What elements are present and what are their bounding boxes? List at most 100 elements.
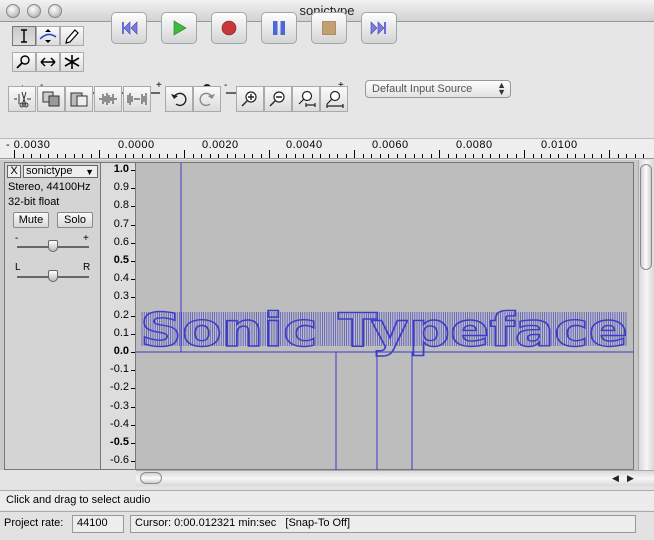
time-shift-tool-icon[interactable] — [36, 52, 60, 72]
envelope-tool-icon[interactable] — [36, 26, 60, 46]
skip-to-start-button[interactable] — [111, 12, 147, 44]
stop-button[interactable] — [311, 12, 347, 44]
track-format: Stereo, 44100Hz — [8, 181, 91, 193]
ruler-tick — [90, 154, 92, 158]
project-rate-value: 44100 — [77, 517, 108, 529]
scroll-right-icon[interactable]: ▶ — [627, 473, 634, 484]
amplitude-tick — [131, 406, 135, 408]
ruler-tick — [201, 154, 202, 158]
redo-button[interactable] — [193, 86, 221, 112]
ruler-tick — [260, 154, 262, 158]
ruler-tick — [56, 154, 58, 158]
track-control-panel: X sonictype ▼ Stereo, 44100Hz 32-bit flo… — [4, 162, 101, 470]
zoom-in-button[interactable] — [236, 86, 264, 112]
ruler-tick — [133, 154, 134, 158]
amplitude-label: 0.6 — [113, 235, 129, 248]
amplitude-tick — [131, 370, 135, 372]
ruler-tick — [498, 154, 500, 158]
ruler-tick — [218, 154, 219, 158]
selection-tool-icon[interactable] — [12, 26, 36, 46]
waveform-text: Sonic Typeface — [140, 303, 628, 357]
ruler-tick — [39, 154, 41, 158]
ruler-tick — [116, 154, 117, 158]
amplitude-label: 0.4 — [113, 272, 129, 285]
skip-end-icon — [370, 21, 386, 35]
mute-button[interactable]: Mute — [13, 212, 49, 228]
ruler-tick — [439, 150, 440, 158]
silence-button[interactable] — [123, 86, 151, 112]
time-ruler[interactable]: - 0.0030 0.0000 0.0020 0.0040 0.0060 0.0… — [0, 138, 654, 159]
pause-button[interactable] — [261, 12, 297, 44]
ruler-tick — [413, 154, 415, 158]
amplitude-label: -0.4 — [110, 417, 129, 430]
paste-button[interactable] — [65, 86, 93, 112]
amplitude-tick — [131, 206, 135, 208]
zoom-out-icon — [269, 91, 285, 107]
ruler-tick — [524, 150, 525, 158]
ruler-tick — [124, 154, 126, 158]
ruler-tick — [303, 154, 304, 158]
amplitude-label: 1.0 — [113, 163, 129, 175]
project-rate-field[interactable]: 44100 — [72, 515, 124, 533]
ruler-tick — [617, 154, 619, 158]
fit-selection-button[interactable] — [292, 86, 320, 112]
cut-button[interactable] — [8, 86, 36, 112]
ruler-tick — [558, 154, 559, 158]
skip-to-end-button[interactable] — [361, 12, 397, 44]
ruler-tick — [328, 154, 330, 158]
ruler-tick — [354, 150, 355, 158]
ruler-tick — [473, 154, 474, 158]
ruler-tick — [456, 154, 457, 158]
fit-project-button[interactable] — [320, 86, 348, 112]
record-button[interactable] — [211, 12, 247, 44]
project-info-bar: Project rate: 44100 Cursor: 0:00.012321 … — [0, 511, 654, 540]
solo-button[interactable]: Solo — [57, 212, 93, 228]
record-icon — [221, 20, 237, 36]
pan-thumb[interactable] — [48, 270, 58, 282]
amplitude-tick — [131, 315, 135, 317]
copy-button[interactable] — [37, 86, 65, 112]
ruler-tick — [99, 150, 100, 158]
input-source-select[interactable]: Default Input Source ▲ ▼ — [365, 80, 511, 98]
ruler-tick — [592, 154, 593, 158]
gain-thumb[interactable] — [48, 240, 58, 252]
ruler-tick — [311, 154, 313, 158]
fit-selection-icon — [298, 90, 316, 107]
ruler-tick — [320, 154, 321, 158]
ruler-tick — [141, 154, 143, 158]
vertical-scroll-thumb[interactable] — [640, 164, 652, 270]
track-menu-button[interactable]: sonictype ▼ — [23, 165, 98, 178]
ruler-label: 0.0100 — [541, 139, 578, 151]
ruler-label: 0.0040 — [286, 139, 323, 151]
ruler-tick — [243, 154, 245, 158]
zoom-out-button[interactable] — [264, 86, 292, 112]
ruler-tick — [430, 154, 432, 158]
play-button[interactable] — [161, 12, 197, 44]
amplitude-label: -0.5 — [110, 436, 129, 448]
ruler-tick — [447, 154, 449, 158]
ruler-tick — [286, 154, 287, 158]
ruler-tick — [405, 154, 406, 158]
ruler-tick — [31, 154, 32, 158]
undo-button[interactable] — [165, 86, 193, 112]
ruler-tick — [175, 154, 177, 158]
ruler-tick — [107, 154, 109, 158]
zoom-tool-icon[interactable] — [12, 52, 36, 72]
multi-tool-icon[interactable] — [60, 52, 84, 72]
ruler-label: 0.0060 — [372, 139, 409, 151]
scroll-left-icon[interactable]: ◀ — [612, 473, 619, 484]
ruler-tick — [269, 150, 270, 158]
waveform-display[interactable]: Sonic Typeface — [136, 162, 634, 471]
track-close-button[interactable]: X — [7, 165, 21, 178]
amplitude-label: 0.0 — [113, 345, 129, 357]
horizontal-scrollbar[interactable] — [136, 470, 654, 486]
gain-min: - — [15, 233, 19, 244]
copy-icon — [42, 91, 60, 107]
redo-icon — [199, 92, 215, 107]
trim-button[interactable] — [94, 86, 122, 112]
draw-tool-icon[interactable] — [60, 26, 84, 46]
ruler-tick — [14, 150, 15, 158]
ruler-tick — [575, 154, 576, 158]
horizontal-scroll-thumb[interactable] — [140, 472, 162, 484]
ruler-tick — [252, 154, 253, 158]
